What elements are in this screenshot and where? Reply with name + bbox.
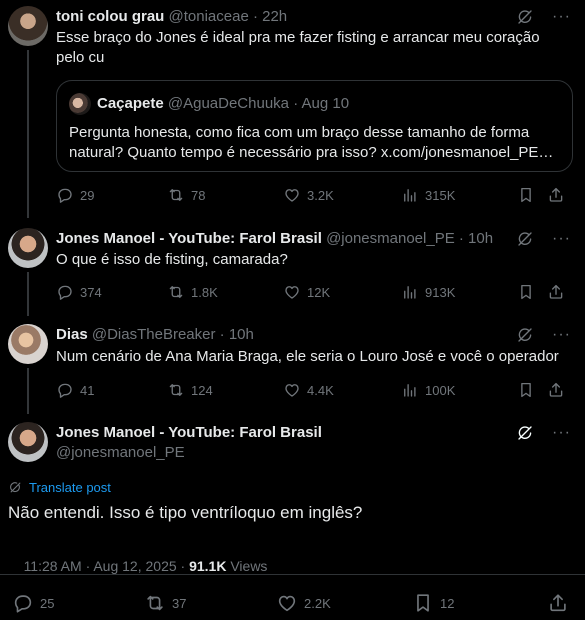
retweet-icon [167, 381, 185, 399]
share-button[interactable] [547, 381, 565, 399]
display-name[interactable]: Dias [56, 326, 88, 343]
bookmark-icon [412, 592, 434, 614]
share-icon [547, 283, 565, 301]
like-button[interactable]: 3.2K [283, 186, 401, 204]
like-button[interactable]: 4.4K [283, 381, 401, 399]
tweet-text: Num cenário de Ana Maria Braga, ele seri… [56, 348, 559, 365]
reply-tweet[interactable]: Dias @DiasTheBreaker · 10h ··· Num cenár… [0, 312, 585, 414]
views-button[interactable]: 315K [401, 186, 517, 204]
thread-line [27, 368, 29, 414]
grok-icon[interactable] [516, 230, 534, 248]
reply-icon [56, 283, 74, 301]
views-icon [401, 186, 419, 204]
tweet-time[interactable]: 22h [262, 8, 287, 25]
retweet-icon [144, 592, 166, 614]
reply-button[interactable]: 25 [12, 592, 144, 614]
tweet-meta: 11:28 AM · Aug 12, 2025 · 91.1K Views [8, 542, 268, 590]
avatar[interactable] [8, 228, 48, 268]
like-button[interactable]: 12K [283, 283, 401, 301]
user-handle[interactable]: @toniaceae [169, 8, 249, 25]
reply-icon [56, 186, 74, 204]
main-tweet: Jones Manoel - YouTube: Farol Brasil @jo… [0, 410, 585, 620]
quoted-display-name: Caçapete [97, 95, 164, 112]
display-name[interactable]: toni colou grau [56, 8, 164, 25]
translate-post[interactable]: Translate post [8, 480, 111, 495]
views-icon [401, 283, 419, 301]
retweet-button[interactable]: 78 [167, 186, 283, 204]
tweet-time[interactable]: 10h [468, 230, 493, 247]
views-icon [401, 381, 419, 399]
tweet-header: Jones Manoel - YouTube: Farol Brasil @jo… [56, 230, 494, 247]
reply-icon [12, 592, 34, 614]
share-button[interactable] [547, 186, 565, 204]
reply-button[interactable]: 374 [56, 283, 167, 301]
quoted-tweet[interactable]: Caçapete @AguaDeChuuka · Aug 10 Pergunta… [56, 80, 573, 172]
tweet-timestamp[interactable]: 11:28 AM · Aug 12, 2025 · [24, 558, 190, 574]
share-button[interactable] [547, 283, 565, 301]
retweet-button[interactable]: 37 [144, 592, 276, 614]
user-handle[interactable]: @DiasTheBreaker [92, 326, 216, 343]
avatar[interactable] [8, 6, 48, 46]
tweet-text: Esse braço do Jones é ideal pra me fazer… [56, 29, 540, 66]
share-icon [547, 592, 569, 614]
retweet-icon [167, 186, 185, 204]
heart-icon [283, 381, 301, 399]
reply-button[interactable]: 41 [56, 381, 167, 399]
reply-icon [56, 381, 74, 399]
bookmark-button[interactable]: 12 [412, 592, 547, 614]
like-button[interactable]: 2.2K [276, 592, 412, 614]
grok-icon[interactable] [516, 326, 534, 344]
bookmark-icon [517, 283, 535, 301]
more-icon[interactable]: ··· [552, 231, 571, 247]
heart-icon [283, 283, 301, 301]
tweet-text: O que é isso de fisting, camarada? [56, 251, 288, 268]
display-name[interactable]: Jones Manoel - YouTube: Farol Brasil [56, 424, 322, 441]
views-count: 91.1K [189, 558, 227, 574]
more-icon[interactable]: ··· [552, 425, 571, 441]
heart-icon [276, 592, 298, 614]
grok-icon[interactable] [516, 8, 534, 26]
tweet-header: Dias @DiasTheBreaker · 10h [56, 326, 254, 343]
user-handle[interactable]: @jonesmanoel_PE [56, 444, 185, 461]
tweet-header: toni colou grau @toniaceae · 22h [56, 8, 288, 25]
quoted-handle: @AguaDeChuuka [167, 95, 290, 112]
quoted-text: Pergunta honesta, como fica com um braço… [69, 124, 554, 161]
thread-line [27, 50, 29, 218]
bookmark-button[interactable] [517, 381, 547, 399]
reply-button[interactable]: 29 [56, 186, 167, 204]
share-button[interactable] [547, 592, 569, 614]
bookmark-button[interactable] [517, 186, 547, 204]
bookmark-button[interactable] [517, 283, 547, 301]
main-actions: 25 37 2.2K 12 [12, 592, 571, 614]
share-icon [547, 381, 565, 399]
retweet-icon [167, 283, 185, 301]
reply-tweet[interactable]: Jones Manoel - YouTube: Farol Brasil @jo… [0, 218, 585, 316]
bookmark-icon [517, 381, 535, 399]
views-button[interactable]: 100K [401, 381, 517, 399]
views-label: Views [226, 558, 268, 574]
thread-line [27, 272, 29, 316]
views-button[interactable]: 913K [401, 283, 517, 301]
tweet-time[interactable]: 10h [229, 326, 254, 343]
tweet-text: Não entendi. Isso é tipo ventríloquo em … [8, 503, 363, 522]
share-icon [547, 186, 565, 204]
more-icon[interactable]: ··· [552, 9, 571, 25]
avatar[interactable] [8, 324, 48, 364]
avatar [69, 93, 91, 115]
more-icon[interactable]: ··· [552, 327, 571, 343]
user-handle[interactable]: @jonesmanoel_PE [326, 230, 455, 247]
retweet-button[interactable]: 1.8K [167, 283, 283, 301]
heart-icon [283, 186, 301, 204]
avatar[interactable] [8, 422, 48, 462]
display-name[interactable]: Jones Manoel - YouTube: Farol Brasil [56, 230, 322, 247]
quoted-time: Aug 10 [301, 95, 350, 112]
globe-icon [8, 480, 23, 495]
grok-icon[interactable] [516, 424, 534, 442]
retweet-button[interactable]: 124 [167, 381, 283, 399]
bookmark-icon [517, 186, 535, 204]
reply-tweet[interactable]: toni colou grau @toniaceae · 22h ··· Ess… [0, 0, 585, 218]
